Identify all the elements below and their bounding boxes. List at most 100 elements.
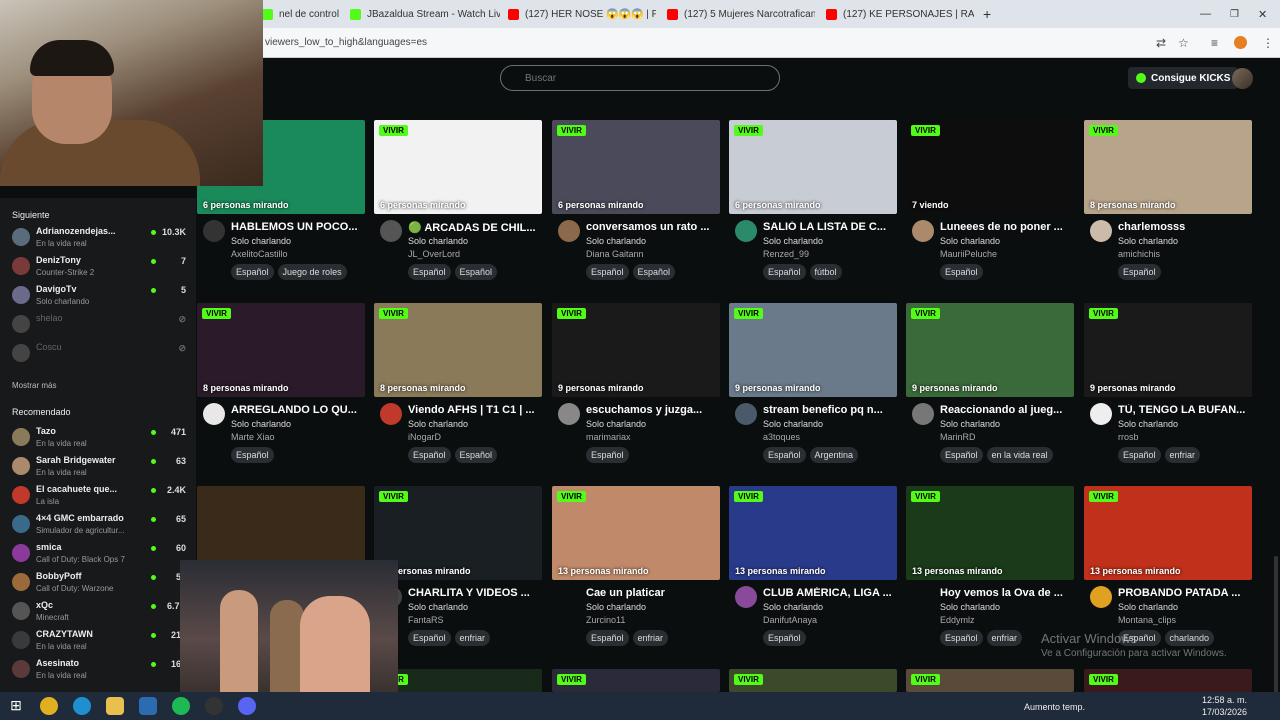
stream-category[interactable]: Solo charlando [408, 419, 468, 429]
sidebar-recommended-item[interactable]: Sarah Bridgewater En la vida real 63 [10, 453, 188, 481]
stream-tag[interactable]: Español [940, 264, 983, 280]
stream-tag[interactable]: Español [763, 447, 806, 463]
windows-start-icon[interactable]: ⊞ [7, 697, 25, 715]
stream-thumbnail[interactable]: VIVIR 13 personas mirando [374, 486, 542, 580]
stream-category[interactable]: Solo charlando [408, 236, 468, 246]
stream-tag[interactable]: Español [586, 447, 629, 463]
sidebar-following-item[interactable]: DavigoTv Solo charlando 5 [10, 282, 188, 310]
streamer-avatar[interactable] [558, 586, 580, 608]
sidebar-recommended-item[interactable]: CRAZYTAWN En la vida real 218 [10, 627, 188, 655]
stream-tag[interactable]: Español [408, 264, 451, 280]
stream-thumbnail[interactable]: VIVIR 8 personas mirando [1084, 120, 1252, 214]
streamer-avatar[interactable] [203, 220, 225, 242]
stream-thumbnail[interactable]: VIVIR 13 personas mirando [906, 486, 1074, 580]
profile-icon[interactable] [1234, 36, 1247, 49]
stream-category[interactable]: Solo charlando [586, 419, 646, 429]
close-window-icon[interactable]: ✕ [1258, 4, 1267, 24]
streamer-name[interactable]: Zurcino11 [586, 615, 625, 625]
stream-title[interactable]: Hoy vemos la Ova de ... [940, 587, 1074, 599]
stream-tag[interactable]: Español [763, 630, 806, 646]
tab-mujeres[interactable]: (127) 5 Mujeres Narcotraficant✕ [667, 4, 815, 24]
stream-tag[interactable]: Español [231, 264, 274, 280]
stream-tag[interactable]: Español [1118, 264, 1161, 280]
stream-tag[interactable]: Juego de roles [277, 264, 347, 280]
discord-icon[interactable] [238, 697, 256, 715]
spotify-icon[interactable] [172, 697, 190, 715]
stream-card[interactable]: VIVIR [374, 669, 542, 692]
streamer-name[interactable]: a3toques [763, 432, 800, 442]
stream-title[interactable]: Luneees de no poner ... [940, 221, 1074, 233]
streamer-name[interactable]: iNogarD [408, 432, 441, 442]
stream-category[interactable]: Solo charlando [586, 602, 646, 612]
streamer-name[interactable]: Diana Gaitann [586, 249, 644, 259]
sidebar-following-item[interactable]: Adrianozendejas... En la vida real 10.3K [10, 224, 188, 252]
tab-ke-personajes[interactable]: (127) KE PERSONAJES | RADAR✕ [826, 4, 974, 24]
streamer-avatar[interactable] [558, 220, 580, 242]
stream-thumbnail[interactable]: VIVIR 13 personas mirando [552, 486, 720, 580]
chrome-icon[interactable] [40, 697, 58, 715]
stream-card[interactable]: VIVIR 7 viendo Luneees de no poner ... Solo… [906, 120, 1074, 298]
stream-thumbnail[interactable]: VIVIR 8 personas mirando [374, 303, 542, 397]
stream-category[interactable]: Solo charlando [1118, 236, 1178, 246]
streamer-name[interactable]: DanifutAnaya [763, 615, 817, 625]
streamer-name[interactable]: rrosb [1118, 432, 1139, 442]
stream-title[interactable]: CHARLITA Y VIDEOS ... [408, 587, 542, 599]
stream-card[interactable]: VIVIR 8 personas mirando ARREGLANDO LO QU.… [197, 303, 365, 481]
stream-card[interactable]: VIVIR 13 personas mirando CHARLITA Y VIDEO… [374, 486, 542, 664]
browser-menu-icon[interactable]: ⋮ [1262, 36, 1274, 50]
stream-tag[interactable]: Español [586, 630, 629, 646]
stream-tag[interactable]: Español [763, 264, 806, 280]
stream-tag[interactable]: enfriar [454, 630, 491, 646]
stream-card[interactable]: VIVIR 13 personas mirando CLUB AMÉRICA, LI… [729, 486, 897, 664]
show-more-link[interactable]: Mostrar más [12, 381, 56, 390]
stream-thumbnail[interactable]: VIVIR 9 personas mirando [729, 303, 897, 397]
stream-card[interactable]: VIVIR 8 personas mirando Viendo AFHS | T1 … [374, 303, 542, 481]
streamer-name[interactable]: FantaRS [408, 615, 444, 625]
clock-time[interactable]: 12:58 a. m. [1202, 695, 1247, 705]
sidebar-recommended-item[interactable]: El cacahuete que... La isla 2.4K [10, 482, 188, 510]
stream-card[interactable]: VIVIR [906, 669, 1074, 692]
stream-thumbnail[interactable]: VIVIR 9 personas mirando [906, 303, 1074, 397]
stream-title[interactable]: ARREGLANDO LO QU... [231, 404, 365, 416]
tab-jbazaldua[interactable]: JBazaldua Stream - Watch Live✕ [350, 4, 500, 24]
stream-title[interactable]: HABLEMOS UN POCO... [231, 221, 365, 233]
sidebar-recommended-item[interactable]: 4×4 GMC embarrado Simulador de agricultur… [10, 511, 188, 539]
stream-category[interactable]: Solo charlando [763, 236, 823, 246]
stream-title[interactable]: TÚ, TENGO LA BUFAN... [1118, 404, 1252, 416]
tab-control-panel[interactable]: nel de control✕ [262, 4, 340, 24]
edge-icon[interactable] [73, 697, 91, 715]
stream-card[interactable]: VIVIR [1084, 669, 1252, 692]
stream-category[interactable]: Solo charlando [1118, 419, 1178, 429]
streamer-name[interactable]: marimariax [586, 432, 631, 442]
stream-card[interactable]: VIVIR [729, 669, 897, 692]
stream-card[interactable]: VIVIR [552, 669, 720, 692]
sidebar-recommended-item[interactable]: smica Call of Duty: Black Ops 7 60 [10, 540, 188, 568]
stream-tag[interactable]: Español [940, 447, 983, 463]
stream-tag[interactable]: Español [940, 630, 983, 646]
user-avatar[interactable] [1232, 68, 1253, 89]
media-controls-icon[interactable]: ≡ [1211, 36, 1218, 50]
stream-title[interactable]: PROBANDO PATADA ... [1118, 587, 1252, 599]
stream-category[interactable]: Solo charlando [940, 236, 1000, 246]
streamer-avatar[interactable] [380, 403, 402, 425]
stream-thumbnail[interactable]: VIVIR 6 personas mirando [552, 120, 720, 214]
streamer-name[interactable]: JL_OverLord [408, 249, 460, 259]
stream-title[interactable]: Viendo AFHS | T1 C1 | ... [408, 404, 542, 416]
streamer-name[interactable]: Marte Xiao [231, 432, 275, 442]
stream-tag[interactable]: Español [408, 447, 451, 463]
streamer-avatar[interactable] [912, 586, 934, 608]
obs-icon[interactable] [205, 697, 223, 715]
stream-tag[interactable]: Español [454, 264, 498, 280]
streamer-avatar[interactable] [912, 403, 934, 425]
restore-icon[interactable]: ❐ [1230, 4, 1239, 24]
minimize-icon[interactable]: — [1200, 4, 1211, 24]
stream-title[interactable]: 🟢 ARCADAS DE CHIL... [408, 221, 542, 234]
streamer-name[interactable]: Eddymlz [940, 615, 975, 625]
file-explorer-icon[interactable] [106, 697, 124, 715]
stream-tag[interactable]: Español [454, 447, 498, 463]
stream-tag[interactable]: enfriar [632, 630, 669, 646]
stream-card[interactable]: VIVIR 9 personas mirando TÚ, TENGO LA BUFA… [1084, 303, 1252, 481]
stream-tag[interactable]: Español [231, 447, 274, 463]
bookmark-star-icon[interactable]: ☆ [1178, 36, 1189, 50]
stream-card[interactable]: VIVIR 6 personas mirando 🟢 ARCADAS DE CHIL… [374, 120, 542, 298]
